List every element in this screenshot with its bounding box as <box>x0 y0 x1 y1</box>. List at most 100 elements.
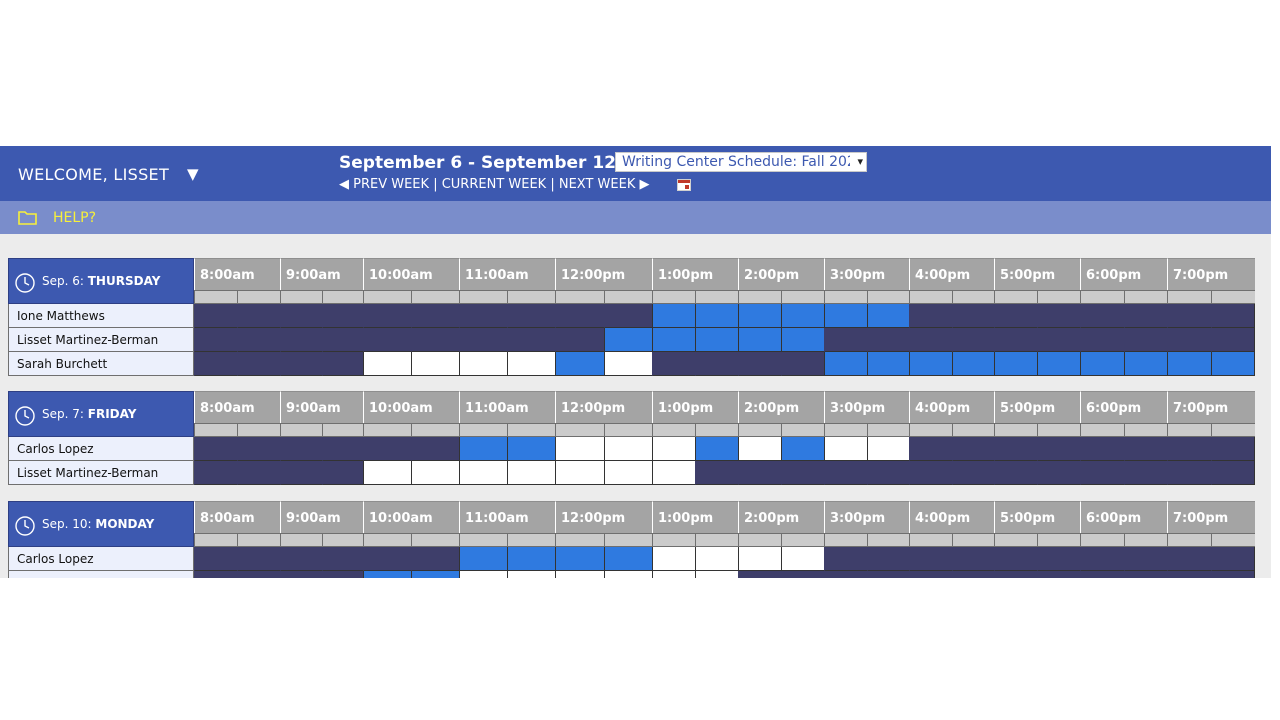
open-slot[interactable] <box>459 461 507 485</box>
available-slot[interactable] <box>781 437 824 461</box>
unavailable-slot <box>867 328 909 352</box>
available-slot[interactable] <box>555 352 604 376</box>
hour-header: 9:00am <box>280 501 363 533</box>
available-slot[interactable] <box>695 328 738 352</box>
available-slot[interactable] <box>507 547 555 571</box>
open-slot[interactable] <box>695 571 738 578</box>
open-slot[interactable] <box>411 461 459 485</box>
next-week-link[interactable]: NEXT WEEK ▶ <box>559 177 650 192</box>
open-slot[interactable] <box>555 571 604 578</box>
folder-icon[interactable] <box>18 210 37 229</box>
unavailable-slot <box>824 547 867 571</box>
open-slot[interactable] <box>363 461 411 485</box>
open-slot[interactable] <box>604 352 652 376</box>
open-slot[interactable] <box>652 547 695 571</box>
open-slot[interactable] <box>604 461 652 485</box>
available-slot[interactable] <box>604 328 652 352</box>
open-slot[interactable] <box>738 547 781 571</box>
available-slot[interactable] <box>867 304 909 328</box>
unavailable-slot <box>411 328 459 352</box>
current-week-link[interactable]: CURRENT WEEK <box>442 177 546 192</box>
open-slot[interactable] <box>555 437 604 461</box>
unavailable-slot <box>237 571 280 578</box>
open-slot[interactable] <box>604 437 652 461</box>
open-slot[interactable] <box>363 352 411 376</box>
unavailable-slot <box>909 461 952 485</box>
half-hour-marker <box>363 290 411 304</box>
available-slot[interactable] <box>1211 352 1255 376</box>
unavailable-slot <box>280 461 322 485</box>
unavailable-slot <box>952 571 994 578</box>
open-slot[interactable] <box>824 437 867 461</box>
available-slot[interactable] <box>909 352 952 376</box>
available-slot[interactable] <box>867 352 909 376</box>
available-slot[interactable] <box>781 304 824 328</box>
open-slot[interactable] <box>507 461 555 485</box>
available-slot[interactable] <box>695 437 738 461</box>
unavailable-slot <box>459 328 507 352</box>
available-slot[interactable] <box>363 571 411 578</box>
unavailable-slot <box>1167 304 1211 328</box>
available-slot[interactable] <box>652 328 695 352</box>
open-slot[interactable] <box>738 437 781 461</box>
clock-icon <box>14 515 36 540</box>
half-hour-marker <box>322 290 363 304</box>
available-slot[interactable] <box>1037 352 1080 376</box>
schedule-select[interactable]: Writing Center Schedule: Fall 2023 ▾ <box>615 152 867 172</box>
half-hour-marker <box>1080 290 1124 304</box>
available-slot[interactable] <box>411 571 459 578</box>
available-slot[interactable] <box>459 547 507 571</box>
available-slot[interactable] <box>738 304 781 328</box>
half-hour-marker <box>363 533 411 547</box>
unavailable-slot <box>952 328 994 352</box>
available-slot[interactable] <box>1080 352 1124 376</box>
half-hour-marker <box>652 423 695 437</box>
available-slot[interactable] <box>555 547 604 571</box>
welcome-dropdown-arrow[interactable]: ▼ <box>187 165 199 183</box>
open-slot[interactable] <box>652 571 695 578</box>
available-slot[interactable] <box>652 304 695 328</box>
available-slot[interactable] <box>824 352 867 376</box>
open-slot[interactable] <box>459 571 507 578</box>
available-slot[interactable] <box>1167 352 1211 376</box>
tutor-name <box>8 571 194 578</box>
unavailable-slot <box>1037 304 1080 328</box>
open-slot[interactable] <box>459 352 507 376</box>
open-slot[interactable] <box>781 547 824 571</box>
available-slot[interactable] <box>604 547 652 571</box>
available-slot[interactable] <box>507 437 555 461</box>
half-hour-marker <box>994 290 1037 304</box>
open-slot[interactable] <box>507 352 555 376</box>
half-hour-marker <box>1211 533 1255 547</box>
available-slot[interactable] <box>824 304 867 328</box>
unavailable-slot <box>322 352 363 376</box>
unavailable-slot <box>1080 547 1124 571</box>
open-slot[interactable] <box>867 437 909 461</box>
prev-week-link[interactable]: ◀ PREV WEEK <box>339 177 429 192</box>
unavailable-slot <box>1124 304 1167 328</box>
open-slot[interactable] <box>555 461 604 485</box>
open-slot[interactable] <box>411 352 459 376</box>
unavailable-slot <box>555 304 604 328</box>
available-slot[interactable] <box>459 437 507 461</box>
open-slot[interactable] <box>604 571 652 578</box>
half-hour-marker <box>738 290 781 304</box>
day-label-text: Sep. 7: FRIDAY <box>42 407 136 421</box>
calendar-icon[interactable] <box>677 179 691 191</box>
available-slot[interactable] <box>695 304 738 328</box>
open-slot[interactable] <box>695 547 738 571</box>
available-slot[interactable] <box>952 352 994 376</box>
available-slot[interactable] <box>781 328 824 352</box>
open-slot[interactable] <box>507 571 555 578</box>
available-slot[interactable] <box>738 328 781 352</box>
half-hour-marker <box>322 423 363 437</box>
available-slot[interactable] <box>994 352 1037 376</box>
half-hour-marker <box>824 423 867 437</box>
open-slot[interactable] <box>652 461 695 485</box>
hour-header: 12:00pm <box>555 258 652 290</box>
welcome-menu[interactable]: WELCOME, LISSET <box>18 165 169 184</box>
available-slot[interactable] <box>1124 352 1167 376</box>
help-link[interactable]: HELP? <box>53 210 96 226</box>
row-border <box>1254 571 1255 578</box>
open-slot[interactable] <box>652 437 695 461</box>
